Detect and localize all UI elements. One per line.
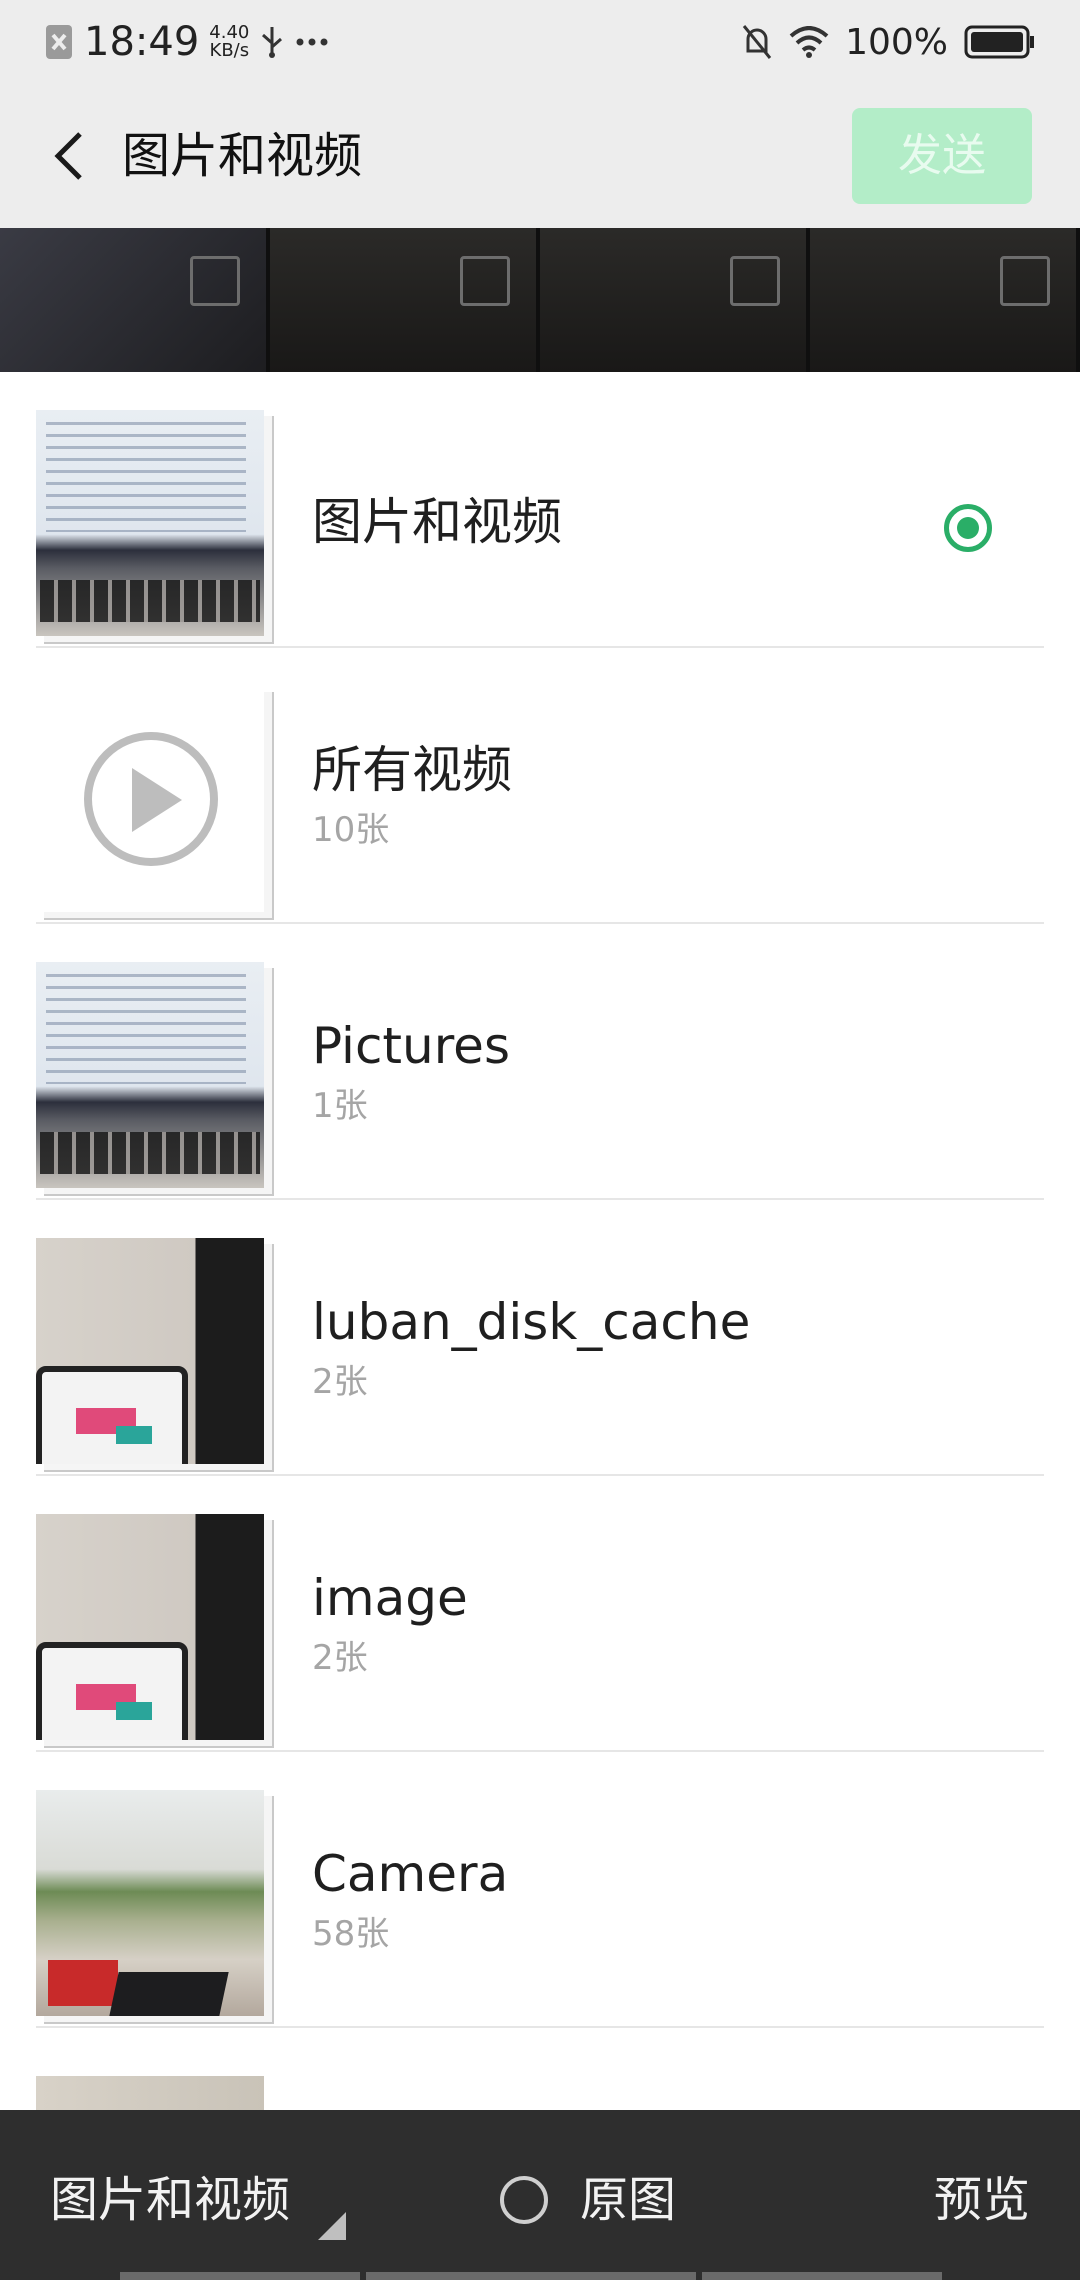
album-name: image: [312, 1569, 468, 1627]
original-image-label[interactable]: 原图: [580, 2168, 676, 2232]
album-name: Pictures: [312, 1017, 510, 1075]
album-count: 58张: [312, 1914, 390, 1954]
battery-percent: 100%: [845, 21, 948, 63]
album-thumbnail: [36, 1514, 274, 1750]
folder-selector[interactable]: 图片和视频: [50, 2168, 290, 2232]
photo-cell[interactable]: [0, 228, 270, 372]
album-item[interactable]: luban_disk_cache 2张: [0, 1200, 1080, 1476]
laptop-photo-thumbnail: [36, 962, 264, 1188]
desk-photo-thumbnail: [36, 1514, 264, 1740]
photo-cell[interactable]: [270, 228, 540, 372]
album-count: 2张: [312, 1362, 368, 1402]
album-name: 所有视频: [312, 741, 512, 799]
photo-checkbox[interactable]: [460, 256, 510, 306]
original-radio-icon[interactable]: [500, 2176, 548, 2224]
album-thumbnail: [36, 1790, 274, 2026]
photo-checkbox[interactable]: [730, 256, 780, 306]
album-thumbnail: [36, 962, 274, 1198]
send-button[interactable]: 发送: [852, 108, 1032, 204]
photo-cell[interactable]: [540, 228, 810, 372]
navigation-bar: 图片和视频 发送: [0, 84, 1080, 228]
page-title: 图片和视频: [122, 128, 363, 184]
preview-button[interactable]: 预览: [934, 2168, 1030, 2232]
bell-off-icon: [742, 25, 772, 59]
album-item[interactable]: image 2张: [0, 1476, 1080, 1752]
usb-icon: [262, 27, 283, 58]
status-right: 100%: [741, 18, 1036, 66]
photo-strip: [0, 228, 1080, 372]
album-count: 2张: [312, 1638, 368, 1678]
album-item[interactable]: Camera 58张: [0, 1752, 1080, 2028]
laptop-photo-thumbnail: [36, 410, 264, 636]
photo-cell[interactable]: [810, 228, 1080, 372]
selected-radio-icon: [944, 504, 992, 552]
play-triangle-icon: [132, 768, 182, 832]
wifi-icon: [789, 26, 829, 58]
album-thumbnail: [36, 1238, 274, 1474]
status-left: 18:49 4.40 KB/s: [44, 18, 329, 66]
album-thumbnail: [36, 686, 274, 922]
album-count: 10张: [312, 810, 390, 850]
office-photo-thumbnail: [36, 1790, 264, 2016]
photo-checkbox[interactable]: [190, 256, 240, 306]
battery-icon: [964, 25, 1034, 59]
back-arrow-icon[interactable]: [40, 124, 104, 188]
desk-photo-thumbnail: [36, 1238, 264, 1464]
album-thumbnail: [36, 410, 274, 646]
album-count: 1张: [312, 1086, 368, 1126]
dropdown-triangle-icon[interactable]: [318, 2212, 346, 2240]
album-item[interactable]: 图片和视频: [0, 372, 1080, 648]
status-time: 18:49: [84, 19, 200, 65]
net-speed: 4.40 KB/s: [209, 24, 249, 60]
album-name: Camera: [312, 1845, 509, 1903]
status-bar: 18:49 4.40 KB/s 100%: [0, 0, 1080, 84]
net-speed-unit: KB/s: [209, 40, 250, 61]
album-name: 图片和视频: [312, 493, 562, 551]
album-list: 图片和视频 所有视频 10张 Pictures 1张 luban_disk_ca…: [0, 372, 1080, 2110]
bottom-bar: 图片和视频 原图 预览: [0, 2110, 1080, 2280]
album-name: luban_disk_cache: [312, 1293, 751, 1351]
thumbnail-scroll-strip: [0, 2272, 1080, 2280]
video-placeholder-thumbnail: [36, 686, 264, 912]
divider: [36, 2026, 1044, 2028]
partial-album-thumbnail: [36, 2076, 264, 2110]
album-item[interactable]: Pictures 1张: [0, 924, 1080, 1200]
photo-checkbox[interactable]: [1000, 256, 1050, 306]
more-icon: [296, 38, 328, 46]
album-item[interactable]: 所有视频 10张: [0, 648, 1080, 924]
notification-icon: [46, 25, 72, 59]
